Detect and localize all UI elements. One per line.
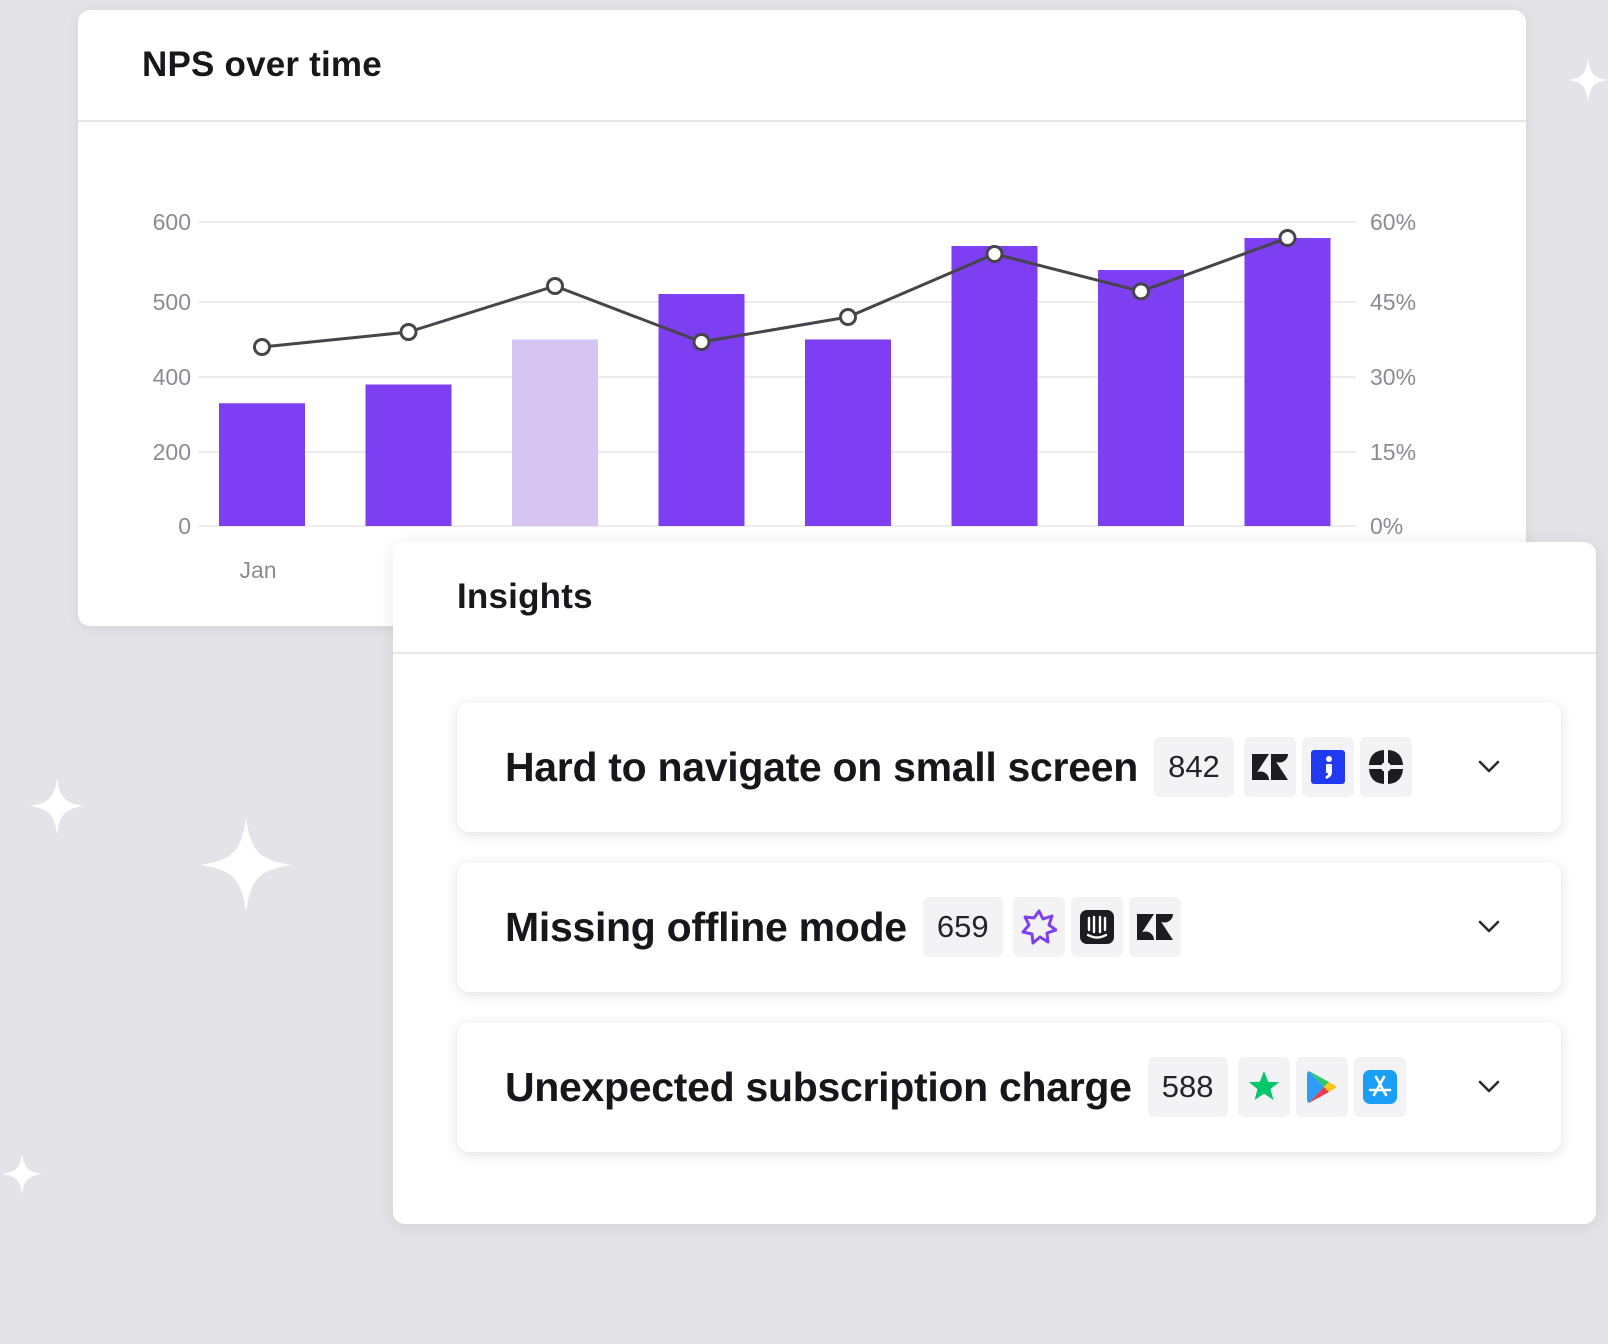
mention-count-badge: 842 <box>1153 737 1234 797</box>
y-tick-label-right: 45% <box>1370 289 1416 315</box>
burst-source-chip <box>1012 897 1065 957</box>
y-tick-label-left: 200 <box>153 439 191 465</box>
zendesk-source-chip <box>1128 897 1181 957</box>
y-tick-label-left: 500 <box>153 289 191 315</box>
zendesk-icon <box>1136 914 1173 940</box>
bar <box>805 339 891 526</box>
zendesk-source-chip <box>1243 737 1296 797</box>
line-point <box>839 308 857 326</box>
insight-title: Hard to navigate on small screen <box>505 743 1138 790</box>
chevron-down-icon[interactable] <box>1475 913 1503 941</box>
app-store-icon <box>1362 1070 1397 1104</box>
sparkle-icon <box>200 818 292 912</box>
burst-icon <box>1021 909 1057 945</box>
y-tick-label-left: 0 <box>178 513 191 539</box>
insights-title: Insights <box>457 577 593 616</box>
line-point <box>985 245 1004 263</box>
insight-title: Unexpected subscription charge <box>505 1063 1132 1110</box>
line-point <box>1132 282 1150 301</box>
insight-row[interactable]: Unexpected subscription charge 588 <box>457 1022 1561 1152</box>
chart-title: NPS over time <box>142 45 382 84</box>
chart-card-header: NPS over time <box>78 10 1526 122</box>
qualtrics-source-chip <box>1359 737 1412 797</box>
mention-count-badge: 588 <box>1147 1057 1228 1117</box>
line-point <box>1278 229 1297 247</box>
line-point <box>253 338 271 356</box>
line-point <box>546 277 564 295</box>
google-play-source-chip <box>1295 1057 1348 1117</box>
chevron-down-icon[interactable] <box>1475 753 1503 781</box>
trustpilot-source-chip <box>1237 1057 1290 1117</box>
bar <box>219 403 305 526</box>
bar <box>658 294 745 526</box>
google-play-icon <box>1306 1071 1336 1103</box>
y-tick-label-right: 60% <box>1370 209 1416 235</box>
zendesk-icon <box>1251 754 1288 780</box>
insight-row[interactable]: Missing offline mode 659 <box>457 862 1561 992</box>
y-tick-label-left: 400 <box>153 364 191 390</box>
sparkle-icon <box>30 778 84 834</box>
sparkle-icon <box>2 1154 42 1194</box>
y-tick-label-right: 15% <box>1370 439 1416 465</box>
chevron-down-icon[interactable] <box>1475 1073 1503 1101</box>
y-tick-label-right: 30% <box>1370 364 1416 390</box>
intercom-icon <box>1079 910 1114 944</box>
bar <box>365 384 452 526</box>
sparkle-icon <box>1568 58 1608 102</box>
intercom-icon <box>1310 750 1345 784</box>
bar <box>512 339 598 526</box>
intercom-source-chip <box>1070 897 1123 957</box>
mention-count-badge: 659 <box>922 897 1003 957</box>
bar <box>1098 270 1184 526</box>
y-tick-label-left: 600 <box>153 209 191 235</box>
insight-row[interactable]: Hard to navigate on small screen 842 <box>457 702 1561 832</box>
bar <box>1244 238 1331 526</box>
line-point <box>692 333 711 351</box>
line-point <box>399 323 418 341</box>
trustpilot-star-icon <box>1248 1071 1279 1100</box>
app-store-source-chip <box>1353 1057 1406 1117</box>
nps-chart-card: NPS over time 600 500 400 200 0 60% 45% 30% 15% 0… <box>78 10 1526 626</box>
y-tick-label-right: 0% <box>1370 513 1403 539</box>
insights-card-header: Insights <box>393 542 1596 654</box>
bar <box>951 246 1038 526</box>
x-tick-label: Jan <box>239 557 276 583</box>
insights-card: Insights Hard to navigate on small scree… <box>393 542 1596 1224</box>
insight-list: Hard to navigate on small screen 842 Mis… <box>457 702 1561 1182</box>
intercom-source-chip <box>1301 737 1354 797</box>
insight-title: Missing offline mode <box>505 903 907 950</box>
qualtrics-icon <box>1368 750 1403 784</box>
